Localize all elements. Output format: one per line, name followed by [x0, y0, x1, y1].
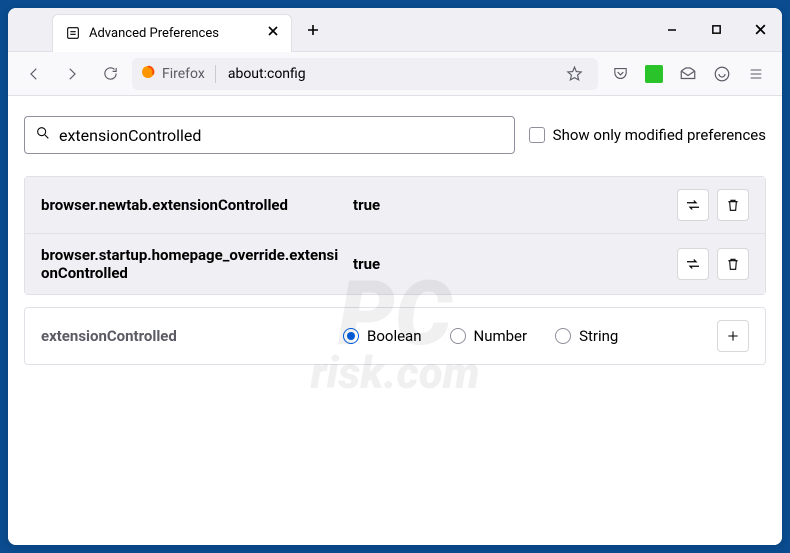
pref-search-box[interactable] [24, 116, 515, 154]
add-button[interactable] [717, 320, 749, 352]
add-pref-row: extensionControlled Boolean Number Strin… [24, 307, 766, 365]
radio-label: String [579, 327, 618, 345]
toolbar-extensions [604, 58, 772, 90]
radio-label: Boolean [367, 327, 422, 345]
radio-number[interactable]: Number [450, 327, 528, 345]
menu-button[interactable] [740, 58, 772, 90]
pref-value: true [353, 255, 665, 273]
pref-name: browser.newtab.extensionControlled [41, 196, 341, 214]
toggle-button[interactable] [677, 189, 709, 221]
checkbox-label: Show only modified preferences [553, 126, 766, 144]
type-radio-group: Boolean Number String [343, 327, 705, 345]
search-row: Show only modified preferences [24, 116, 766, 154]
identity-label: Firefox [162, 66, 205, 82]
reload-button[interactable] [94, 58, 126, 90]
inbox-icon[interactable] [672, 58, 704, 90]
radio-icon [555, 328, 571, 344]
page-content: PCrisk.com Show only modified preference… [8, 96, 782, 545]
delete-button[interactable] [717, 248, 749, 280]
maximize-button[interactable] [694, 8, 738, 52]
settings-icon [65, 25, 81, 41]
search-icon [35, 125, 51, 145]
tab-title: Advanced Preferences [89, 26, 219, 41]
delete-button[interactable] [717, 189, 749, 221]
radio-boolean[interactable]: Boolean [343, 327, 422, 345]
radio-icon [343, 328, 359, 344]
url-input[interactable] [228, 66, 550, 82]
browser-tab[interactable]: Advanced Preferences [52, 14, 292, 52]
pref-name: browser.startup.homepage_override.extens… [41, 246, 341, 282]
toggle-button[interactable] [677, 248, 709, 280]
extension-icon[interactable] [638, 58, 670, 90]
back-button[interactable] [18, 58, 50, 90]
pref-row: browser.startup.homepage_override.extens… [25, 234, 765, 294]
show-modified-checkbox[interactable]: Show only modified preferences [529, 126, 766, 144]
radio-label: Number [474, 327, 528, 345]
checkbox-icon [529, 127, 545, 143]
forward-button[interactable] [56, 58, 88, 90]
address-bar[interactable]: Firefox [132, 58, 598, 90]
window-controls [650, 8, 782, 52]
identity-box[interactable]: Firefox [140, 64, 220, 84]
pref-table: browser.newtab.extensionControlled true … [24, 176, 766, 295]
close-icon[interactable] [267, 25, 279, 41]
pref-search-input[interactable] [59, 126, 504, 145]
bookmark-star-icon[interactable] [558, 58, 590, 90]
download-icon[interactable] [706, 58, 738, 90]
firefox-logo-icon [140, 64, 156, 84]
radio-icon [450, 328, 466, 344]
new-tab-button[interactable] [298, 15, 328, 45]
new-pref-name: extensionControlled [41, 327, 331, 345]
pocket-icon[interactable] [604, 58, 636, 90]
browser-window: Advanced Preferences Firefox [8, 8, 782, 545]
navigation-toolbar: Firefox [8, 52, 782, 96]
radio-string[interactable]: String [555, 327, 618, 345]
pref-value: true [353, 196, 665, 214]
close-window-button[interactable] [738, 8, 782, 52]
minimize-button[interactable] [650, 8, 694, 52]
titlebar: Advanced Preferences [8, 8, 782, 52]
pref-row: browser.newtab.extensionControlled true [25, 177, 765, 234]
